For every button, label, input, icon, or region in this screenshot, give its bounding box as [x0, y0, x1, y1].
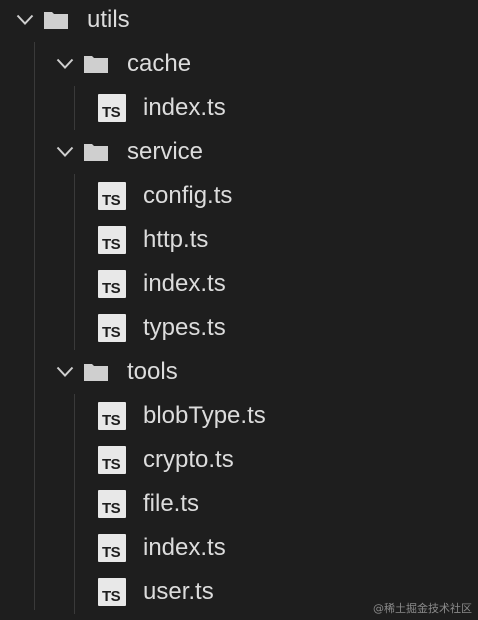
typescript-file-icon: TS — [98, 578, 126, 606]
typescript-file-icon: TS — [98, 94, 126, 122]
file-label: blobType.ts — [143, 402, 266, 429]
indent-guide — [74, 174, 75, 350]
chevron-down-icon[interactable] — [54, 53, 76, 75]
file-label: user.ts — [143, 578, 214, 605]
file-label: http.ts — [143, 226, 209, 253]
file-row-http-ts[interactable]: TS http.ts — [0, 218, 478, 262]
file-row-index-ts[interactable]: TS index.ts — [0, 262, 478, 306]
indent-guide — [74, 86, 75, 130]
folder-icon — [42, 9, 70, 31]
folder-label: tools — [127, 358, 178, 385]
ts-badge-text: TS — [102, 500, 121, 517]
ts-badge-text: TS — [102, 192, 121, 209]
folder-row-tools[interactable]: tools — [0, 350, 478, 394]
ts-badge-text: TS — [102, 544, 121, 561]
file-label: file.ts — [143, 490, 200, 517]
indent-guide — [74, 394, 75, 614]
folder-icon — [82, 361, 110, 383]
typescript-file-icon: TS — [98, 182, 126, 210]
file-label: index.ts — [143, 270, 226, 297]
file-label: crypto.ts — [143, 446, 234, 473]
folder-row-cache[interactable]: cache — [0, 42, 478, 86]
folder-icon — [82, 141, 110, 163]
file-explorer-tree: utils cache TS index.ts service TS config.ts TS… — [0, 0, 478, 620]
chevron-down-icon[interactable] — [54, 361, 76, 383]
ts-badge-text: TS — [102, 588, 121, 605]
typescript-file-icon: TS — [98, 226, 126, 254]
file-label: index.ts — [143, 94, 226, 121]
chevron-down-icon[interactable] — [14, 9, 36, 31]
file-row-blobtype-ts[interactable]: TS blobType.ts — [0, 394, 478, 438]
ts-badge-text: TS — [102, 412, 121, 429]
file-label: config.ts — [143, 182, 233, 209]
watermark: @稀土掘金技术社区 — [373, 602, 472, 615]
typescript-file-icon: TS — [98, 314, 126, 342]
file-row-crypto-ts[interactable]: TS crypto.ts — [0, 438, 478, 482]
ts-badge-text: TS — [102, 456, 121, 473]
file-label: index.ts — [143, 534, 226, 561]
typescript-file-icon: TS — [98, 534, 126, 562]
file-row-index-ts[interactable]: TS index.ts — [0, 526, 478, 570]
folder-label: utils — [87, 6, 130, 33]
folder-icon — [82, 53, 110, 75]
chevron-down-icon[interactable] — [54, 141, 76, 163]
typescript-file-icon: TS — [98, 490, 126, 518]
file-row-config-ts[interactable]: TS config.ts — [0, 174, 478, 218]
folder-row-utils[interactable]: utils — [0, 0, 478, 42]
file-row-types-ts[interactable]: TS types.ts — [0, 306, 478, 350]
typescript-file-icon: TS — [98, 402, 126, 430]
folder-row-service[interactable]: service — [0, 130, 478, 174]
indent-guide — [34, 42, 35, 610]
folder-label: cache — [127, 50, 192, 77]
folder-label: service — [127, 138, 204, 165]
file-row-file-ts[interactable]: TS file.ts — [0, 482, 478, 526]
ts-badge-text: TS — [102, 236, 121, 253]
ts-badge-text: TS — [102, 280, 121, 297]
ts-badge-text: TS — [102, 324, 121, 341]
typescript-file-icon: TS — [98, 446, 126, 474]
file-label: types.ts — [143, 314, 226, 341]
file-row-index-ts[interactable]: TS index.ts — [0, 86, 478, 130]
typescript-file-icon: TS — [98, 270, 126, 298]
ts-badge-text: TS — [102, 104, 121, 121]
